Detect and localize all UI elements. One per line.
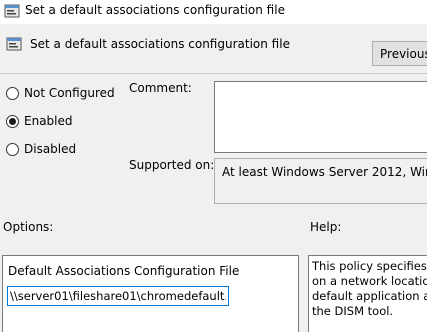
policy-setting-icon — [6, 37, 22, 51]
radio-not-configured[interactable]: Not Configured — [6, 84, 115, 102]
options-panel: Default Associations Configuration File — [2, 255, 299, 332]
window-title: Set a default associations configuration… — [25, 3, 285, 17]
header-divider — [0, 73, 427, 74]
radio-label: Disabled — [24, 142, 77, 156]
help-line: This policy specifies th — [312, 259, 427, 273]
comment-textarea[interactable] — [214, 81, 427, 153]
help-panel[interactable]: This policy specifies th on a network lo… — [308, 255, 427, 332]
radio-selected-dot — [9, 117, 16, 125]
help-line: the DISM tool. — [312, 304, 394, 318]
config-file-path-input[interactable] — [7, 286, 229, 306]
supported-on-box: At least Windows Server 2012, Windows — [214, 158, 427, 204]
help-line: default application ass — [312, 289, 427, 303]
radio-button-circle[interactable] — [6, 114, 19, 128]
help-text: This policy specifies th on a network lo… — [312, 259, 427, 319]
policy-name-heading: Set a default associations configuration… — [30, 37, 290, 51]
supported-on-label: Supported on: — [129, 158, 215, 172]
radio-label: Not Configured — [24, 86, 115, 100]
comment-label: Comment: — [129, 81, 192, 95]
supported-on-value: At least Windows Server 2012, Windows — [222, 165, 427, 179]
radio-enabled[interactable]: Enabled — [6, 112, 73, 130]
radio-button-circle[interactable] — [6, 86, 19, 100]
help-section-label: Help: — [310, 220, 342, 234]
radio-label: Enabled — [24, 114, 73, 128]
radio-disabled[interactable]: Disabled — [6, 140, 76, 158]
config-file-label: Default Associations Configuration File — [8, 264, 240, 278]
previous-setting-button[interactable]: Previous — [372, 41, 427, 66]
options-section-label: Options: — [3, 220, 54, 234]
radio-button-circle[interactable] — [6, 142, 19, 156]
policy-setting-icon — [4, 4, 20, 18]
help-line: on a network location — [312, 274, 427, 288]
